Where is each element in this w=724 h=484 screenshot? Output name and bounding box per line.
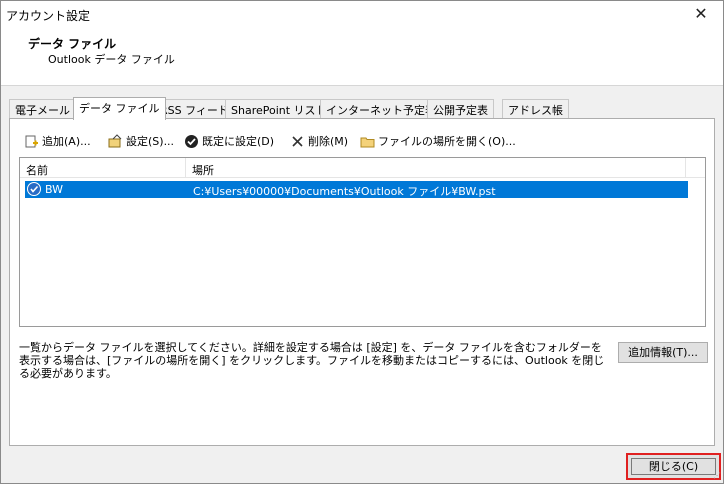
default-checkmark-icon xyxy=(27,182,41,196)
data-files-panel: 追加(A)... 設定(S)... 既定に設定(D) 削除(M) ファイルの場所… xyxy=(9,118,715,446)
folder-icon xyxy=(360,134,375,149)
open-file-location-button[interactable]: ファイルの場所を開く(O)... xyxy=(360,131,516,151)
add-button-label: 追加(A)... xyxy=(42,135,91,148)
tab-rss-feeds[interactable]: RSS フィード xyxy=(154,99,235,119)
delete-x-icon xyxy=(290,134,305,149)
dialog-header: データ ファイル Outlook データ ファイル xyxy=(1,29,723,86)
set-default-button[interactable]: 既定に設定(D) xyxy=(184,131,274,151)
settings-icon xyxy=(108,133,123,149)
tab-sharepoint-lists[interactable]: SharePoint リスト xyxy=(225,99,333,119)
tab-email[interactable]: 電子メール xyxy=(9,99,76,119)
add-button[interactable]: 追加(A)... xyxy=(24,131,91,151)
data-file-list[interactable]: 名前 場所 BW C:¥Users¥00000¥Documents¥Outloo… xyxy=(19,157,706,327)
tab-address-books[interactable]: アドレス帳 xyxy=(502,99,569,119)
remove-button-label: 削除(M) xyxy=(308,135,349,148)
tab-data-files[interactable]: データ ファイル xyxy=(73,97,166,120)
table-row[interactable]: BW C:¥Users¥00000¥Documents¥Outlook ファイル… xyxy=(25,181,688,198)
close-icon[interactable]: ✕ xyxy=(691,4,711,24)
title-bar: アカウント設定 ✕ xyxy=(1,1,723,29)
resize-grip-icon[interactable]: ⋰ xyxy=(711,471,721,481)
close-button-label: 閉じる(C) xyxy=(631,458,716,475)
close-button[interactable]: 閉じる(C) xyxy=(626,453,721,480)
tab-internet-calendars[interactable]: インターネット予定表 xyxy=(320,99,442,119)
header-subtitle: Outlook データ ファイル xyxy=(48,53,175,66)
set-default-label: 既定に設定(D) xyxy=(202,135,275,148)
window-title: アカウント設定 xyxy=(6,9,91,23)
default-check-icon xyxy=(184,134,199,149)
tab-published-calendars[interactable]: 公開予定表 xyxy=(427,99,494,119)
account-settings-window: アカウント設定 ✕ データ ファイル Outlook データ ファイル 電子メー… xyxy=(0,0,724,484)
column-header-name[interactable]: 名前 xyxy=(20,158,186,178)
column-header-location[interactable]: 場所 xyxy=(186,158,686,178)
instructions-text: 一覧からデータ ファイルを選択してください。詳細を設定する場合は [設定] を、… xyxy=(19,341,605,380)
more-information-button[interactable]: 追加情報(T)... xyxy=(618,342,708,363)
tab-strip: 電子メール データ ファイル RSS フィード SharePoint リスト イ… xyxy=(9,97,709,120)
row-location: C:¥Users¥00000¥Documents¥Outlook ファイル¥BW… xyxy=(193,185,496,198)
header-title: データ ファイル xyxy=(28,37,117,51)
remove-button[interactable]: 削除(M) xyxy=(290,131,348,151)
add-file-icon xyxy=(24,134,39,149)
list-header: 名前 場所 xyxy=(20,158,705,178)
settings-button[interactable]: 設定(S)... xyxy=(108,131,174,151)
row-name: BW xyxy=(45,183,64,196)
open-location-label: ファイルの場所を開く(O)... xyxy=(378,135,516,148)
settings-button-label: 設定(S)... xyxy=(126,135,175,148)
